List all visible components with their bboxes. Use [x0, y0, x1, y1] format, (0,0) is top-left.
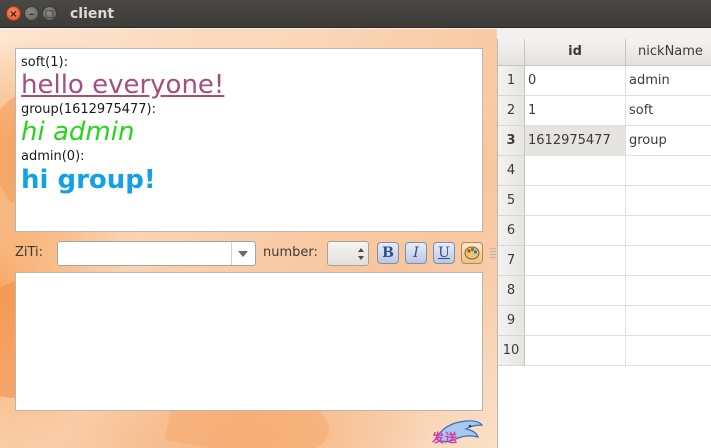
format-toolbar: ZiTi: number: B I U	[15, 239, 497, 267]
table-cell-id[interactable]	[525, 186, 626, 216]
italic-button[interactable]: I	[405, 242, 427, 264]
font-label: ZiTi:	[15, 245, 44, 260]
window-title: client	[70, 6, 115, 22]
message-text: hello everyone!	[21, 70, 225, 100]
send-button[interactable]: 发送	[426, 417, 484, 447]
number-label: number:	[263, 245, 318, 260]
table-cell-nickname[interactable]	[626, 216, 711, 246]
chat-panel: soft(1): hello everyone! group(161297547…	[0, 29, 497, 448]
send-label: 发送	[432, 431, 459, 445]
underline-icon: U	[438, 245, 450, 261]
row-header[interactable]: 6	[498, 216, 525, 246]
minimize-window-button[interactable]: –	[24, 6, 39, 21]
friends-table[interactable]: id nickName 1 0 admin 2 1 soft 3 1612975477 grou…	[497, 39, 711, 448]
table-cell-id[interactable]	[525, 336, 626, 366]
table-cell-id[interactable]	[525, 306, 626, 336]
table-corner-button[interactable]	[498, 39, 525, 66]
row-header[interactable]: 1	[498, 66, 525, 96]
row-header[interactable]: 3	[498, 126, 525, 156]
maximize-window-button[interactable]: □	[42, 6, 57, 21]
message-header: group(1612975477):	[21, 102, 156, 117]
row-header[interactable]: 4	[498, 156, 525, 186]
table-cell-id[interactable]: 1612975477	[525, 126, 626, 156]
table-cell-nickname[interactable]: group	[626, 126, 711, 156]
chat-history[interactable]: soft(1): hello everyone! group(161297547…	[15, 48, 483, 232]
font-combobox[interactable]	[57, 241, 256, 266]
table-cell-nickname[interactable]	[626, 246, 711, 276]
underline-button[interactable]: U	[433, 242, 455, 264]
column-header-id[interactable]: id	[525, 39, 626, 66]
message-text: hi group!	[21, 165, 156, 195]
italic-icon: I	[413, 245, 419, 261]
table-cell-nickname[interactable]	[626, 306, 711, 336]
message-header: soft(1):	[21, 55, 68, 70]
message-input[interactable]	[15, 272, 483, 411]
font-size-spinbox[interactable]	[327, 241, 369, 266]
table-cell-id[interactable]	[525, 216, 626, 246]
color-button[interactable]	[461, 242, 483, 264]
row-header[interactable]: 8	[498, 276, 525, 306]
table-cell-nickname[interactable]	[626, 276, 711, 306]
chevron-down-icon	[238, 251, 248, 257]
row-header[interactable]: 7	[498, 246, 525, 276]
table-cell-id[interactable]	[525, 246, 626, 276]
table-cell-id[interactable]	[525, 156, 626, 186]
table-cell-nickname[interactable]	[626, 186, 711, 216]
toolbar-handle[interactable]	[490, 248, 496, 258]
row-header[interactable]: 2	[498, 96, 525, 126]
message-header: admin(0):	[21, 149, 85, 164]
close-window-button[interactable]: ×	[6, 6, 21, 21]
column-header-nickname[interactable]: nickName	[626, 39, 711, 66]
row-header[interactable]: 5	[498, 186, 525, 216]
message-text: hi admin	[21, 117, 135, 147]
bold-button[interactable]: B	[377, 242, 399, 264]
title-bar: × – □ client	[0, 0, 711, 28]
row-header[interactable]: 10	[498, 336, 525, 366]
table-cell-id[interactable]: 1	[525, 96, 626, 126]
table-cell-nickname[interactable]: soft	[626, 96, 711, 126]
bold-icon: B	[382, 245, 394, 261]
increment-arrow-icon[interactable]	[358, 248, 364, 252]
font-dropdown-button[interactable]	[231, 242, 255, 265]
table-cell-nickname[interactable]	[626, 336, 711, 366]
table-cell-nickname[interactable]	[626, 156, 711, 186]
table-cell-id[interactable]: 0	[525, 66, 626, 96]
table-cell-id[interactable]	[525, 276, 626, 306]
row-header[interactable]: 9	[498, 306, 525, 336]
decrement-arrow-icon[interactable]	[358, 256, 364, 260]
table-cell-nickname[interactable]: admin	[626, 66, 711, 96]
color-palette-icon	[464, 246, 480, 260]
